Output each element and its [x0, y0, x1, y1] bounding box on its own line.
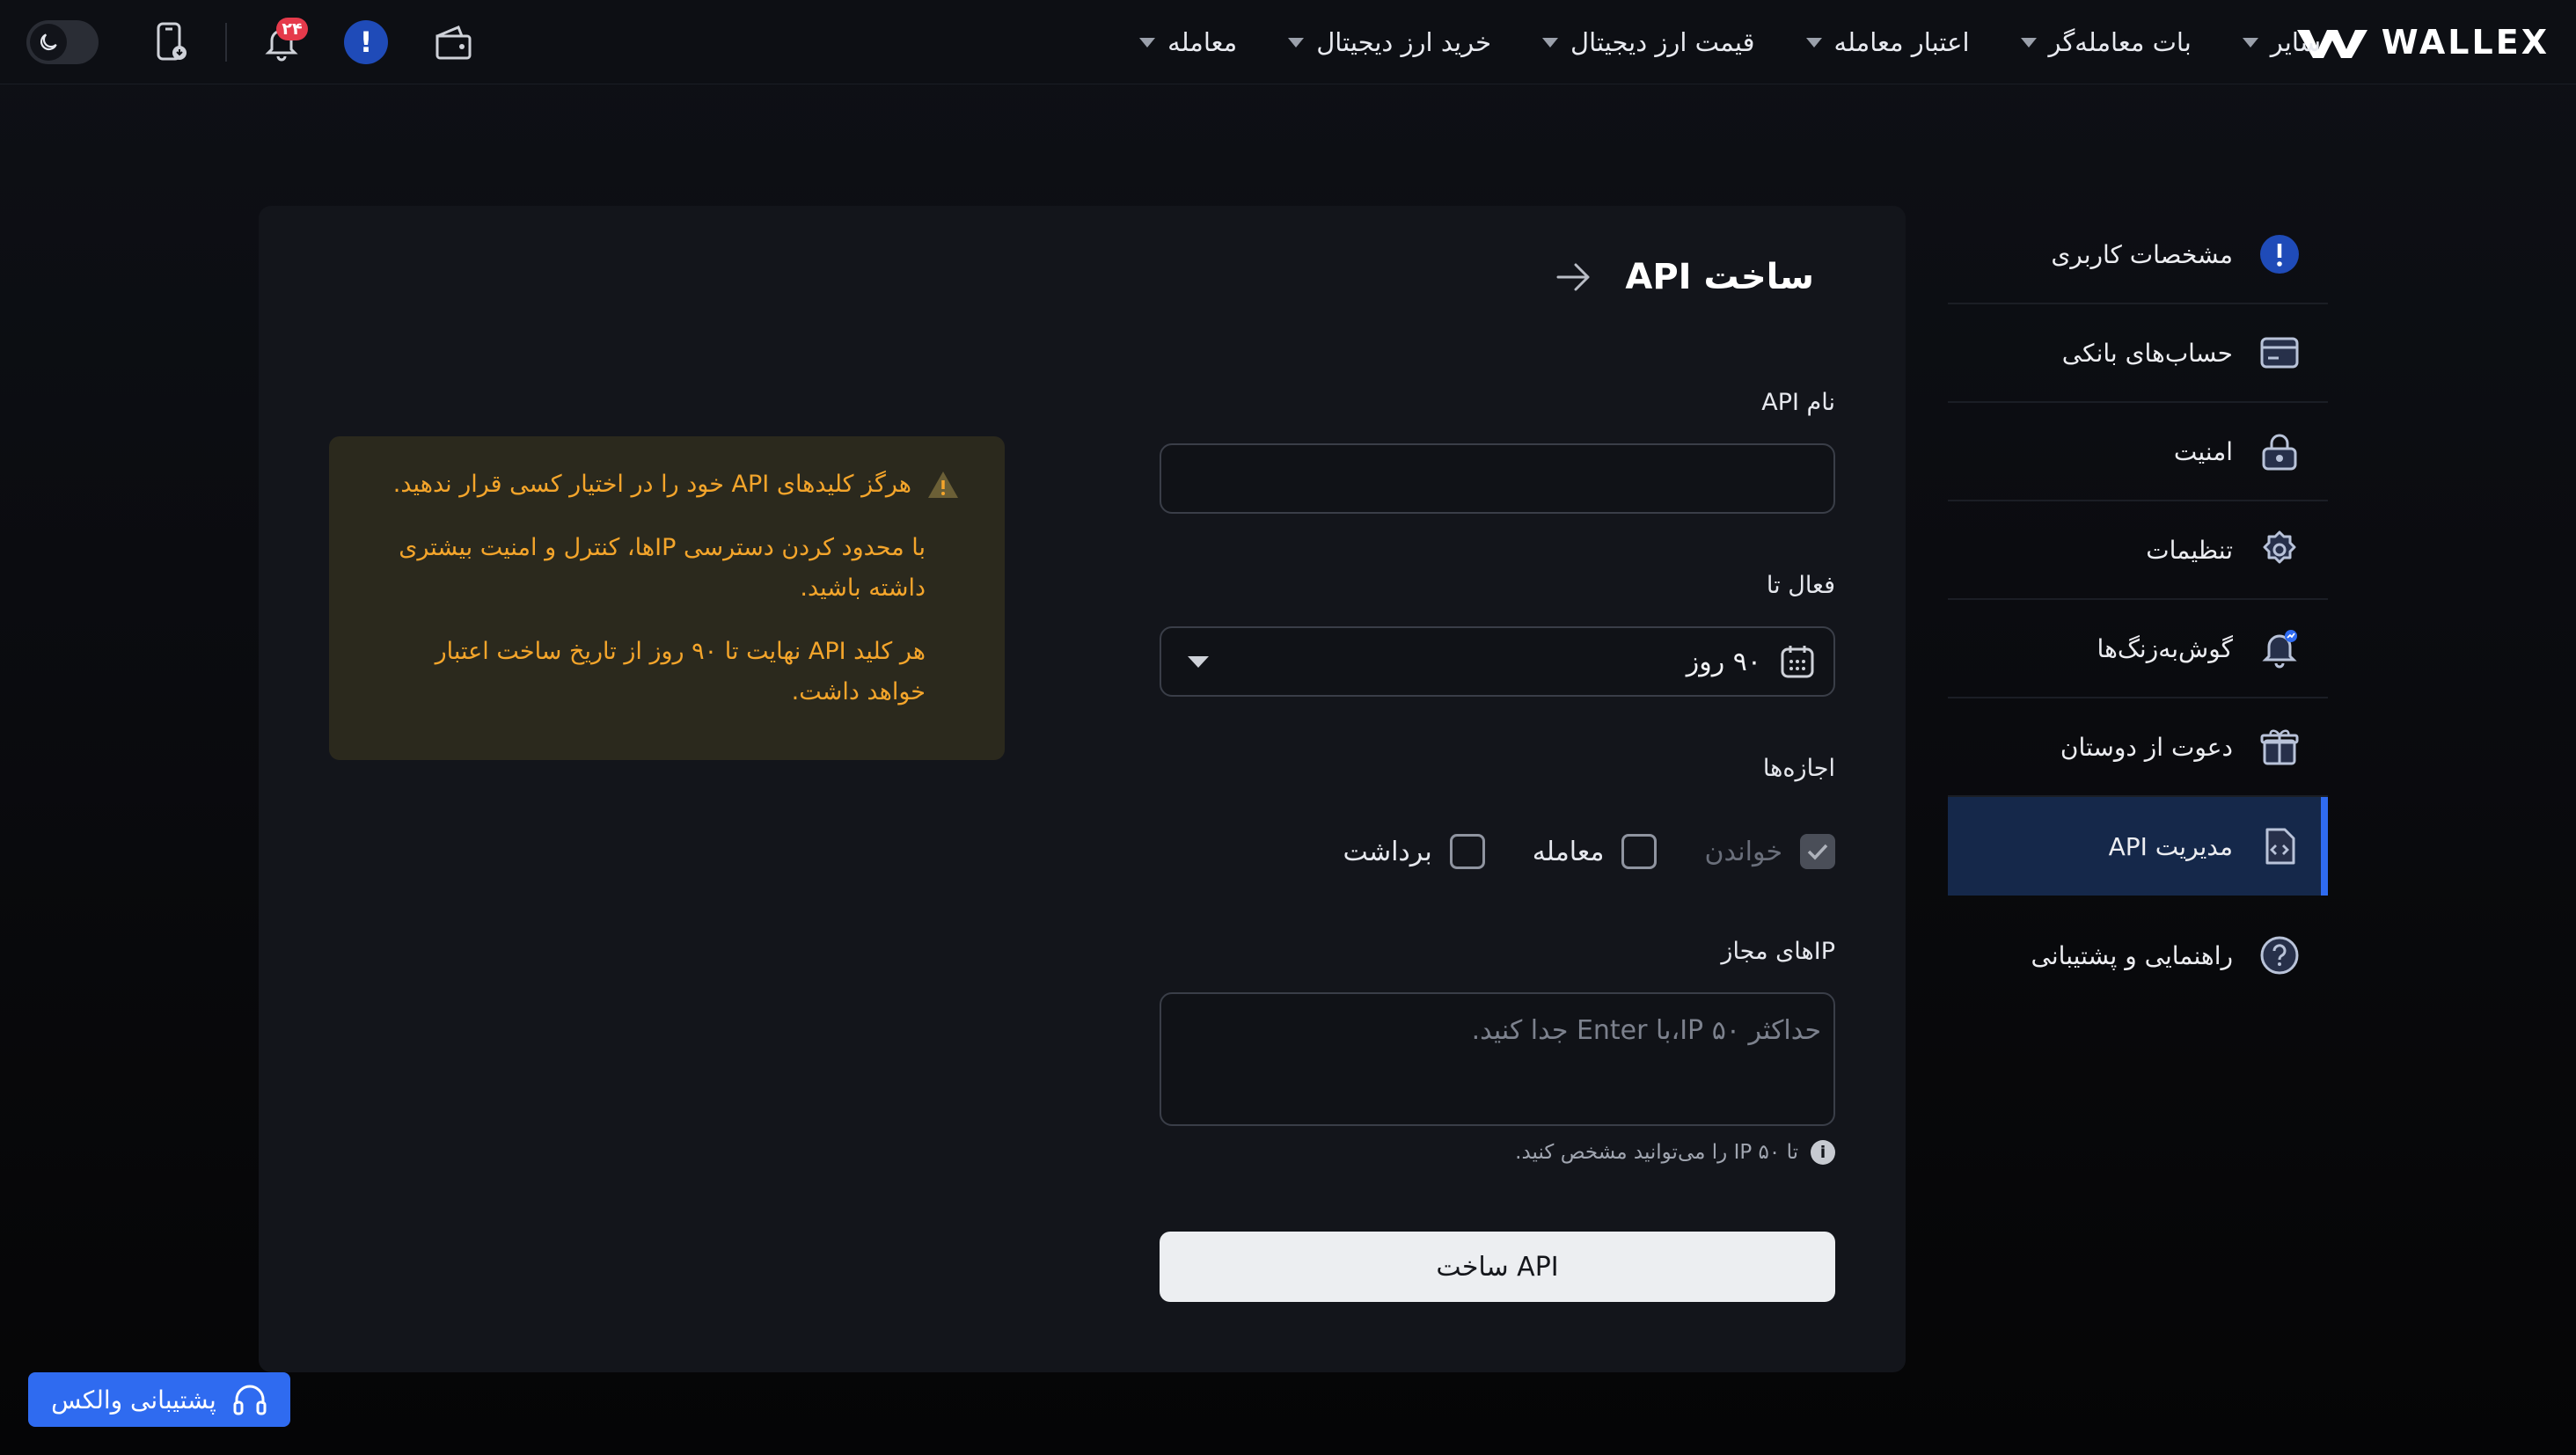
sidebar-item-label: مشخصات کاربری	[2051, 239, 2233, 269]
bell-icon	[2259, 628, 2300, 669]
sidebar-item-invite-friends[interactable]: دعوت از دوستان	[1948, 698, 2328, 797]
nav-trading-bot[interactable]: بات معامله‌گر	[2020, 27, 2192, 57]
permission-label: خواندن	[1704, 836, 1782, 867]
gear-icon	[2259, 530, 2300, 570]
sidebar-item-label: امنیت	[2173, 436, 2233, 466]
chevron-down-icon	[1805, 37, 1822, 48]
sidebar-item-label: راهنمایی و پشتیبانی	[2031, 940, 2233, 970]
allowed-ips-field	[1160, 992, 1835, 1126]
warning-line: با محدود کردن دسترسی IPها، کنترل و امنیت…	[399, 534, 926, 602]
gift-icon	[2259, 727, 2300, 767]
nav-trade[interactable]: معامله	[1139, 27, 1237, 57]
page-header: ساخت API	[1555, 257, 1814, 297]
support-chat-button[interactable]: پشتیبانی والکس	[28, 1372, 290, 1427]
sidebar-item-settings[interactable]: تنظیمات	[1948, 501, 2328, 600]
warning-box: هرگز کلیدهای API خود را در اختیار کسی قر…	[329, 436, 1005, 760]
chevron-down-icon	[1188, 655, 1209, 668]
brand-logo[interactable]: WALLEX	[2295, 21, 2550, 63]
headset-icon	[233, 1385, 267, 1415]
nav-label: خرید ارز دیجیتال	[1316, 27, 1492, 57]
nav-label: بات معامله‌گر	[2048, 27, 2192, 57]
main-nav: معامله خرید ارز دیجیتال قیمت ارز دیجیتال…	[1139, 0, 2321, 84]
create-api-button[interactable]: ساخت API	[1160, 1232, 1835, 1302]
warning-text: هرگز کلیدهای API خود را در اختیار کسی قر…	[392, 471, 911, 498]
permission-withdraw[interactable]: برداشت	[1343, 834, 1485, 869]
code-file-icon	[2259, 826, 2300, 866]
theme-toggle[interactable]	[26, 20, 99, 64]
permissions-group: خواندن معامله برداشت	[1343, 834, 1835, 869]
warning-icon	[928, 472, 958, 498]
sidebar-item-api-management[interactable]: مدیریت API	[1948, 797, 2328, 896]
chevron-down-icon	[1139, 37, 1156, 48]
sidebar-item-label: تنظیمات	[2146, 535, 2233, 565]
info-icon: i	[1811, 1140, 1835, 1165]
ips-hint: i تا ۵۰ IP را می‌توانید مشخص کنید.	[1515, 1140, 1835, 1165]
nav-trade-credit[interactable]: اعتبار معامله	[1805, 27, 1970, 57]
api-name-field	[1160, 443, 1835, 514]
create-api-card: ساخت API نام API فعال تا ۹۰ روز اجازه‌ها…	[259, 206, 1906, 1372]
chevron-down-icon	[2242, 37, 2258, 48]
warning-line: هر کلید API نهایت تا ۹۰ روز از تاریخ ساخ…	[435, 638, 926, 706]
arrow-right-icon[interactable]	[1555, 261, 1593, 293]
mobile-app-icon[interactable]	[144, 16, 197, 69]
nav-other[interactable]: سایر	[2242, 27, 2321, 57]
sidebar-item-bank-accounts[interactable]: حساب‌های بانکی	[1948, 304, 2328, 403]
chevron-down-icon	[2020, 37, 2037, 48]
sidebar-item-alerts[interactable]: گوش‌به‌زنگ‌ها	[1948, 600, 2328, 698]
permission-read: خواندن	[1704, 834, 1835, 869]
exclamation-icon: !	[344, 20, 388, 64]
page-title: ساخت API	[1625, 257, 1814, 297]
permission-label: معامله	[1532, 836, 1605, 867]
warning-line: هرگز کلیدهای API خود را در اختیار کسی قر…	[382, 464, 961, 505]
active-until-label: فعال تا	[1766, 572, 1835, 599]
notification-badge: ۲۴	[276, 18, 308, 40]
checkbox[interactable]	[1621, 834, 1658, 869]
support-label: پشتیبانی والکس	[51, 1385, 216, 1415]
bank-card-icon	[2259, 333, 2300, 373]
help-icon	[2259, 935, 2300, 976]
sidebar-item-label: حساب‌های بانکی	[2061, 338, 2233, 368]
nav-label: قیمت ارز دیجیتال	[1570, 27, 1755, 57]
nav-label: سایر	[2270, 27, 2321, 57]
sidebar-item-security[interactable]: امنیت	[1948, 403, 2328, 501]
toolbar-icons: ۲۴ !	[26, 16, 479, 69]
lock-icon	[2259, 431, 2300, 472]
nav-label: معامله	[1167, 27, 1238, 57]
allowed-ips-input[interactable]	[1161, 994, 1833, 1124]
allowed-ips-label: IPهای مجاز	[1721, 938, 1835, 965]
moon-icon	[30, 24, 67, 61]
sidebar-item-label: دعوت از دوستان	[2060, 732, 2233, 762]
permissions-label: اجازه‌ها	[1762, 755, 1835, 782]
active-until-value: ۹۰ روز	[1686, 646, 1761, 677]
alert-button[interactable]: !	[340, 16, 392, 69]
calendar-icon	[1781, 646, 1814, 678]
checkbox[interactable]	[1449, 834, 1485, 869]
api-name-input[interactable]	[1161, 445, 1833, 512]
permission-label: برداشت	[1343, 836, 1432, 867]
sidebar-item-label: گوش‌به‌زنگ‌ها	[2097, 633, 2233, 663]
chevron-down-icon	[1288, 37, 1305, 48]
nav-crypto-price[interactable]: قیمت ارز دیجیتال	[1542, 27, 1755, 57]
sidebar-item-help-support[interactable]: راهنمایی و پشتیبانی	[1948, 906, 2328, 1005]
chevron-down-icon	[1542, 37, 1559, 48]
top-navbar: WALLEX معامله خرید ارز دیجیتال قیمت ارز …	[0, 0, 2576, 84]
toolbar-divider	[225, 23, 227, 62]
permission-trade[interactable]: معامله	[1533, 834, 1658, 869]
checkbox-checked	[1800, 834, 1835, 869]
brand-name: WALLEX	[2381, 23, 2550, 62]
wallet-button[interactable]	[426, 16, 479, 69]
nav-label: اعتبار معامله	[1833, 27, 1970, 57]
api-name-label: نام API	[1761, 389, 1835, 416]
active-until-select[interactable]: ۹۰ روز	[1160, 626, 1835, 697]
notifications-button[interactable]: ۲۴	[255, 16, 308, 69]
wallet-icon	[435, 26, 472, 60]
ips-hint-text: تا ۵۰ IP را می‌توانید مشخص کنید.	[1515, 1141, 1798, 1164]
sidebar-item-profile[interactable]: مشخصات کاربری	[1948, 206, 2328, 304]
sidebar-item-label: مدیریت API	[2108, 831, 2233, 861]
account-sidebar: مشخصات کاربری حساب‌های بانکی امنیت تنظیم…	[1948, 206, 2328, 1005]
nav-buy-crypto[interactable]: خرید ارز دیجیتال	[1288, 27, 1491, 57]
exclamation-icon	[2259, 234, 2300, 274]
